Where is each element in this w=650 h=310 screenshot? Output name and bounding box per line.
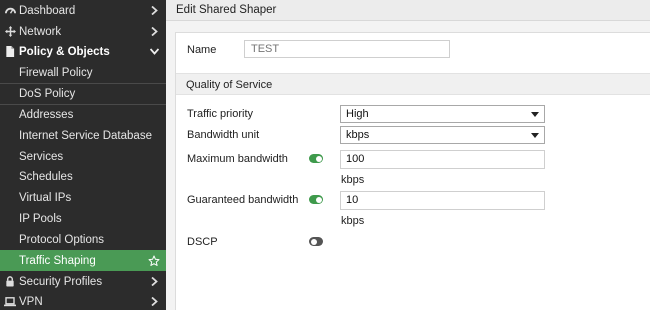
laptop-icon xyxy=(4,296,16,308)
guaranteed-bandwidth-toggle[interactable] xyxy=(309,195,323,204)
sidebar-item-internet-service-database[interactable]: Internet Service Database xyxy=(0,125,166,146)
sidebar-item-label: Schedules xyxy=(19,170,73,183)
sidebar-item-network[interactable]: Network xyxy=(0,21,166,42)
dashboard-icon xyxy=(4,5,16,17)
sidebar-item-dashboard[interactable]: Dashboard xyxy=(0,0,166,21)
sidebar-item-label: Dashboard xyxy=(19,4,76,17)
sidebar-item-services[interactable]: Services xyxy=(0,146,166,167)
caret-down-icon xyxy=(531,112,539,117)
sidebar-item-vpn[interactable]: VPN xyxy=(0,291,166,310)
name-input[interactable] xyxy=(244,40,450,58)
sidebar-item-protocol-options[interactable]: Protocol Options xyxy=(0,229,166,250)
guaranteed-bandwidth-value: 10 xyxy=(346,194,359,206)
sidebar-item-traffic-shaping[interactable]: Traffic Shaping xyxy=(0,250,166,271)
guaranteed-bandwidth-unit: kbps xyxy=(341,215,365,227)
sidebar-item-label: Network xyxy=(19,25,62,38)
page-header: Edit Shared Shaper xyxy=(166,0,650,21)
sidebar-item-label: DoS Policy xyxy=(19,87,76,100)
sidebar: Dashboard Network Policy & Objects Firew… xyxy=(0,0,166,310)
sidebar-item-label: Security Profiles xyxy=(19,275,103,288)
guaranteed-bandwidth-label: Guaranteed bandwidth xyxy=(187,194,299,206)
quality-of-service-section: Quality of Service xyxy=(176,73,650,95)
sidebar-item-label: IP Pools xyxy=(19,212,62,225)
caret-down-icon xyxy=(531,133,539,138)
bandwidth-unit-select[interactable]: kbps xyxy=(340,126,545,144)
dscp-toggle[interactable] xyxy=(309,237,323,246)
section-title: Quality of Service xyxy=(186,79,273,91)
sidebar-item-label: Firewall Policy xyxy=(19,66,93,79)
sidebar-item-label: Policy & Objects xyxy=(19,45,110,58)
sidebar-item-addresses[interactable]: Addresses xyxy=(0,104,166,125)
chevron-right-icon xyxy=(146,6,162,15)
chevron-right-icon xyxy=(146,27,162,36)
sidebar-item-label: Internet Service Database xyxy=(19,129,152,142)
max-bandwidth-unit: kbps xyxy=(341,174,365,186)
sidebar-item-firewall-policy[interactable]: Firewall Policy xyxy=(0,62,166,83)
sidebar-item-label: Traffic Shaping xyxy=(19,254,96,267)
star-outline-icon[interactable] xyxy=(146,255,162,267)
sidebar-item-virtual-ips[interactable]: Virtual IPs xyxy=(0,187,166,208)
sidebar-item-label: Services xyxy=(19,150,64,163)
sidebar-item-policy-objects[interactable]: Policy & Objects xyxy=(0,41,166,62)
edit-shaper-form: Name Quality of Service Traffic priority… xyxy=(175,32,650,310)
max-bandwidth-value: 100 xyxy=(346,153,365,165)
traffic-priority-value: High xyxy=(346,108,369,120)
max-bandwidth-label: Maximum bandwidth xyxy=(187,153,288,165)
sidebar-item-dos-policy[interactable]: DoS Policy xyxy=(0,83,166,104)
sidebar-item-label: VPN xyxy=(19,295,43,308)
document-icon xyxy=(4,46,16,58)
sidebar-item-label: Virtual IPs xyxy=(19,191,72,204)
sidebar-item-label: Addresses xyxy=(19,108,74,121)
traffic-priority-label: Traffic priority xyxy=(187,108,254,120)
chevron-down-icon xyxy=(146,48,162,55)
sidebar-item-security-profiles[interactable]: Security Profiles xyxy=(0,271,166,292)
chevron-right-icon xyxy=(146,297,162,306)
name-label: Name xyxy=(187,44,217,56)
lock-icon xyxy=(4,276,16,288)
chevron-right-icon xyxy=(146,277,162,286)
traffic-priority-select[interactable]: High xyxy=(340,105,545,123)
max-bandwidth-toggle[interactable] xyxy=(309,154,323,163)
sidebar-item-ip-pools[interactable]: IP Pools xyxy=(0,208,166,229)
network-icon xyxy=(4,26,16,38)
max-bandwidth-input[interactable]: 100 xyxy=(340,150,545,169)
sidebar-item-label: Protocol Options xyxy=(19,233,105,246)
page-title: Edit Shared Shaper xyxy=(176,4,277,16)
guaranteed-bandwidth-input[interactable]: 10 xyxy=(340,191,545,210)
bandwidth-unit-label: Bandwidth unit xyxy=(187,129,260,141)
bandwidth-unit-value: kbps xyxy=(346,129,370,141)
dscp-label: DSCP xyxy=(187,236,218,248)
sidebar-item-schedules[interactable]: Schedules xyxy=(0,166,166,187)
